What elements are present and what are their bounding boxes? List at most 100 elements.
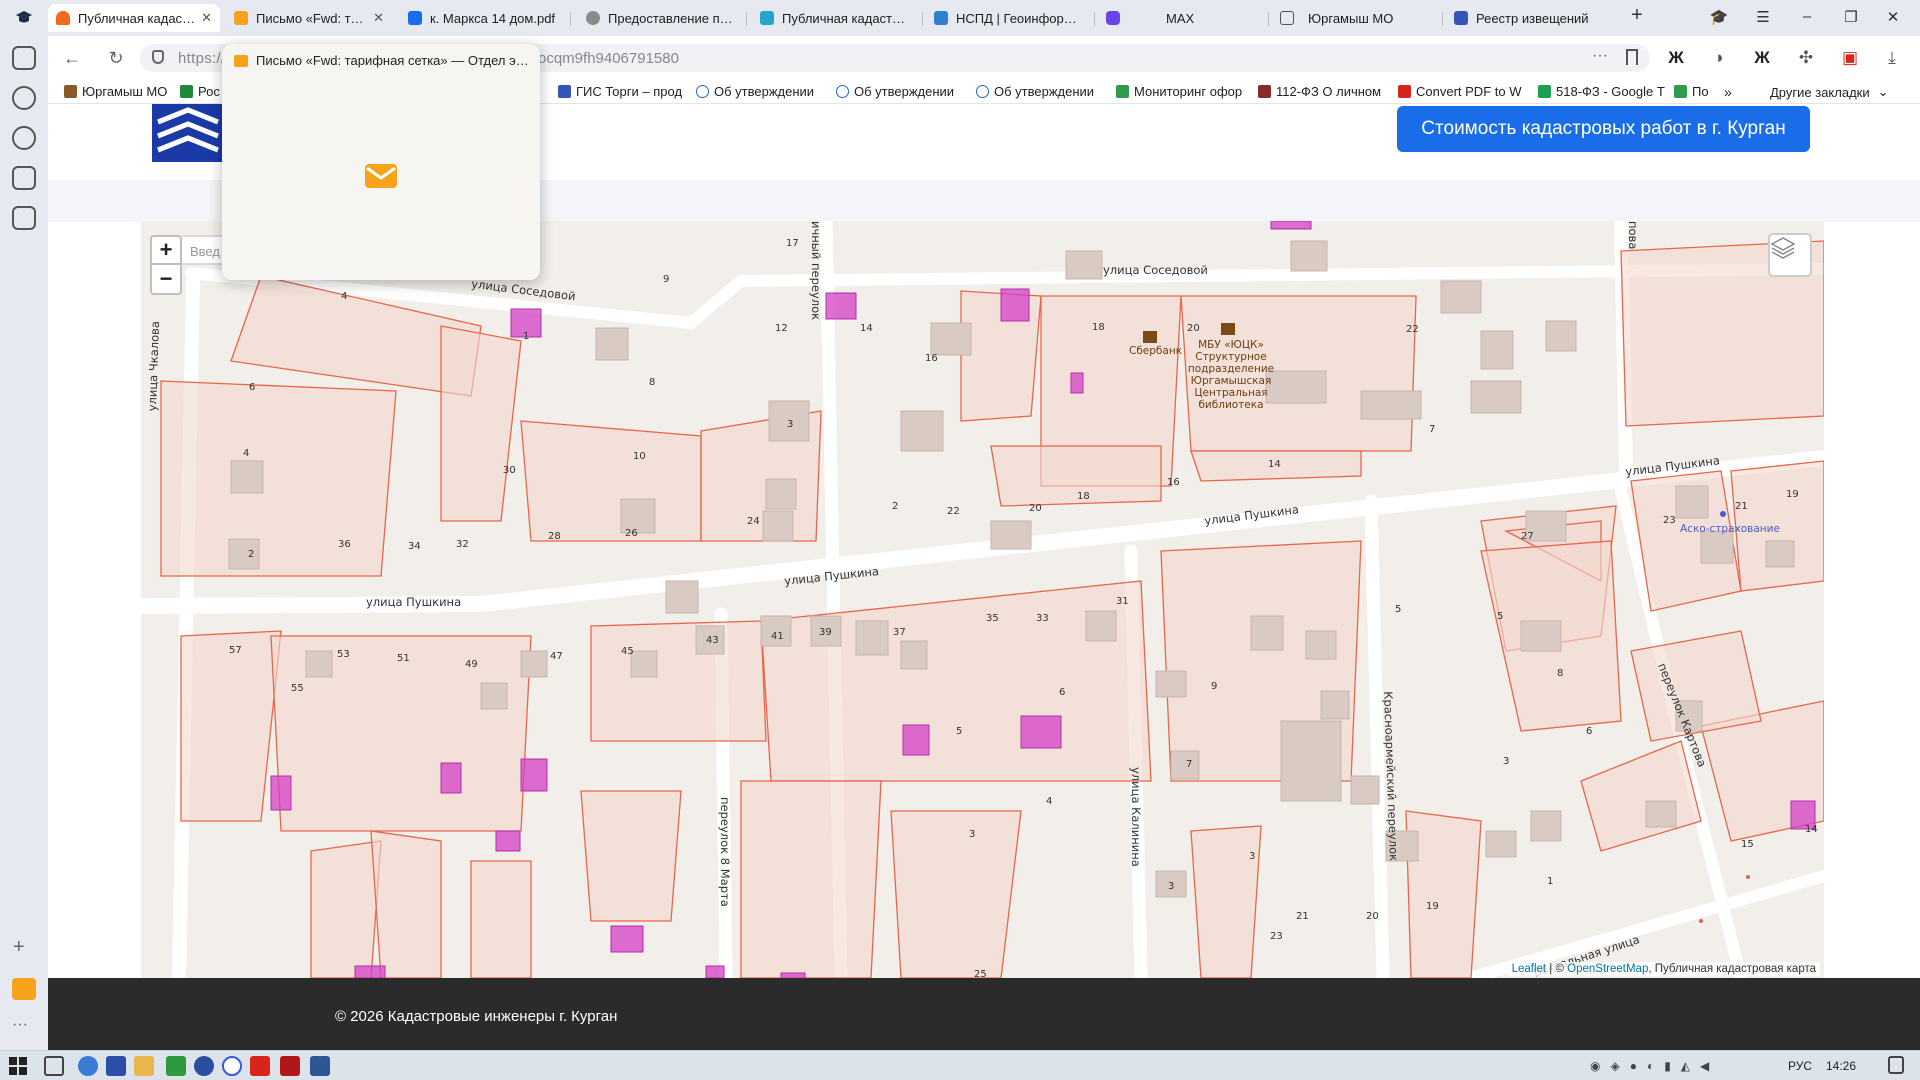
sidebar-more-icon[interactable]: ··· <box>12 1016 28 1034</box>
house-number: 39 <box>819 627 832 638</box>
video-icon[interactable] <box>12 126 36 150</box>
house-number: 19 <box>1786 489 1799 500</box>
bookmark-label: Рос <box>198 84 220 99</box>
street-label: улица Пушкина <box>1624 453 1721 479</box>
house-number: 5 <box>1497 611 1504 622</box>
house-number: 5 <box>1395 604 1402 615</box>
bookmark-item[interactable]: Об утверждении <box>976 84 1106 99</box>
more-icon[interactable]: ··· <box>1592 47 1608 65</box>
tab-kadastr[interactable]: Публичная кадастровая <box>752 4 918 32</box>
browser-menu-icon[interactable] <box>14 9 34 27</box>
attribution-sep: | © <box>1546 963 1568 975</box>
extension-k2-icon[interactable]: Ж <box>1750 46 1774 70</box>
bookmark-item[interactable]: ГИС Торги – прод <box>558 84 688 99</box>
mail-envelope-icon <box>365 164 397 188</box>
back-button[interactable]: ← <box>60 46 84 70</box>
bookmark-item[interactable]: По <box>1674 84 1720 99</box>
mail-app-icon[interactable] <box>12 978 36 1000</box>
folder-icon[interactable] <box>134 1056 154 1076</box>
tab-mail[interactable]: Письмо «Fwd: тарифная сетка» ✕ <box>226 4 392 32</box>
tab-nspd[interactable]: НСПД | Геоинформац <box>926 4 1090 32</box>
layers-icon[interactable] <box>1768 233 1812 277</box>
shield-ext-icon[interactable]: ◗ <box>1708 46 1732 70</box>
tab-label: Юргамыш МО <box>1308 10 1394 26</box>
home-orange-icon <box>56 11 70 25</box>
street-label: улица Калинина <box>1129 767 1143 867</box>
c-app-icon[interactable] <box>222 1056 242 1076</box>
bookmark-label: Юргамыш МО <box>82 84 168 99</box>
bookmark-item[interactable]: 112-ФЗ О личном <box>1258 84 1388 99</box>
house-number: 30 <box>503 465 516 476</box>
tray-icons[interactable]: ◉◈●◐▮◭◀ <box>1590 1059 1719 1073</box>
restore-button[interactable]: ❐ <box>1838 8 1864 26</box>
red-app-icon[interactable] <box>280 1056 300 1076</box>
house-number: 4 <box>341 291 348 302</box>
house-number: 28 <box>548 531 561 542</box>
menu-icon[interactable]: ☰ <box>1750 8 1776 26</box>
house-number: 37 <box>893 627 906 638</box>
bookmark-label: 112-ФЗ О личном <box>1276 84 1382 99</box>
close-tab-icon[interactable]: ✕ <box>373 10 384 26</box>
zoom-out-button[interactable]: − <box>150 265 182 295</box>
other-bookmarks[interactable]: Другие закладки ⌄ <box>1770 84 1889 100</box>
tab-max[interactable]: MAX <box>1098 4 1264 32</box>
bookmark-item[interactable]: 518-ФЗ - Google Т <box>1538 84 1670 99</box>
app-icon[interactable] <box>78 1056 98 1076</box>
puzzle-icon[interactable]: ✣ <box>1794 46 1818 70</box>
add-panel-icon[interactable]: + <box>13 936 25 959</box>
reload-button[interactable]: ↻ <box>104 46 128 70</box>
poi-label: Аско-страхование <box>1680 523 1780 535</box>
bookmarks-overflow-icon[interactable]: » <box>1724 84 1732 100</box>
bookmark-icon[interactable] <box>1626 49 1638 65</box>
tab-reestr[interactable]: Реестр извещений <box>1446 4 1612 32</box>
download-icon[interactable]: ⤓ <box>1880 46 1904 70</box>
word-icon[interactable] <box>310 1056 330 1076</box>
bookmark-item[interactable]: Convert PDF to W <box>1398 84 1530 99</box>
poi-label-line: МБУ «ЮЦК» <box>1198 339 1264 351</box>
tab-preview-popover[interactable]: Письмо «Fwd: тарифная сетка» — Отдел эко… <box>222 44 540 280</box>
attribution-rest: , Публичная кадастровая карта <box>1648 963 1816 975</box>
yandex-icon[interactable] <box>194 1056 214 1076</box>
v-app-icon[interactable] <box>250 1056 270 1076</box>
bookmark-item[interactable]: Мониторинг офор <box>1116 84 1248 99</box>
house-number: 4 <box>243 448 250 459</box>
history-icon[interactable] <box>12 86 36 110</box>
notifications-icon[interactable] <box>1888 1056 1904 1074</box>
osm-link[interactable]: OpenStreetMap <box>1567 963 1648 975</box>
save-icon[interactable] <box>106 1056 126 1076</box>
close-tab-icon[interactable]: ✕ <box>201 10 212 26</box>
extension-k-icon[interactable]: Ж <box>1664 46 1688 70</box>
task-view-icon[interactable] <box>44 1056 64 1076</box>
bookmark-item[interactable]: Юргамыш МО <box>64 84 182 99</box>
screenshot-icon[interactable] <box>12 206 36 230</box>
collections-icon[interactable] <box>12 46 36 70</box>
site-logo[interactable] <box>152 104 222 162</box>
house-number: 43 <box>706 635 719 646</box>
house-number: 24 <box>747 516 760 527</box>
close-window-button[interactable]: ✕ <box>1880 8 1906 26</box>
language-indicator[interactable]: РУС <box>1788 1059 1812 1073</box>
bookmark-item[interactable]: Рос <box>180 84 228 99</box>
cadastral-cost-button[interactable]: Стоимость кадастровых работ в г. Курган <box>1397 106 1810 152</box>
leaflet-link[interactable]: Leaflet <box>1512 963 1547 975</box>
house-number: 22 <box>1406 324 1419 335</box>
new-tab-button[interactable]: + <box>1624 4 1650 27</box>
tab-separator <box>1094 12 1095 26</box>
cadastral-map[interactable]: улица Соседовой улица Соседовой улица Чк… <box>141 221 1824 978</box>
bookmark-item[interactable]: Об утверждении <box>696 84 826 99</box>
clock[interactable]: 14:26 <box>1826 1059 1856 1073</box>
house-number: 23 <box>1663 515 1676 526</box>
tab-yurgamysh[interactable]: Юргамыш МО <box>1272 4 1438 32</box>
shield-app-icon[interactable] <box>166 1056 186 1076</box>
house-number: 4 <box>1046 796 1053 807</box>
minimize-button[interactable]: – <box>1794 8 1820 25</box>
tab-pdf[interactable]: к. Маркса 14 дом.pdf <box>400 4 566 32</box>
bookmark-item[interactable]: Об утверждении <box>836 84 966 99</box>
start-icon[interactable] <box>8 1056 28 1076</box>
zoom-in-button[interactable]: + <box>150 235 182 265</box>
tab-gosuslugi[interactable]: Предоставление под <box>578 4 742 32</box>
tab-cadastral-map[interactable]: Публичная кадастровая карта ✕ <box>48 4 220 32</box>
nine-icon[interactable] <box>12 166 36 190</box>
profile-icon[interactable]: 🎓 <box>1706 8 1732 26</box>
pdf-ext-icon[interactable]: ▣ <box>1838 46 1862 70</box>
